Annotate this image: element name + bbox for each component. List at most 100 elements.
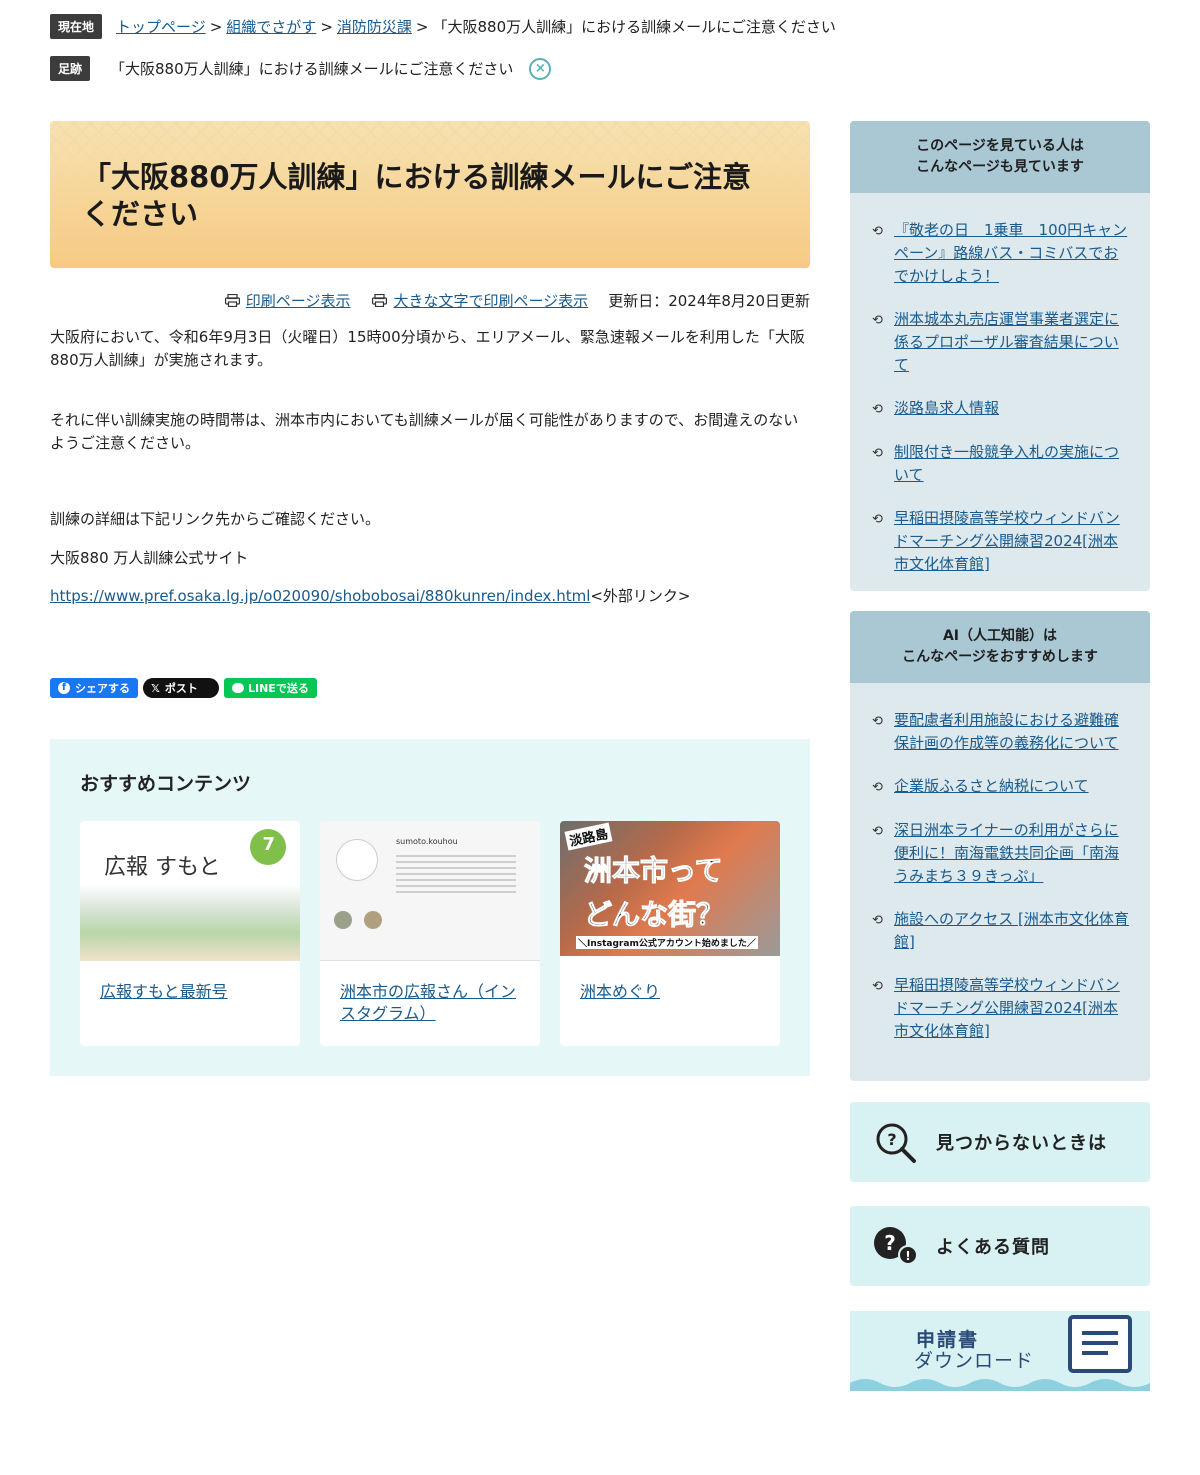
list-item-link[interactable]: 制限付き一般競争入札の実施について bbox=[894, 441, 1130, 487]
list-item[interactable]: ⟲ 施設へのアクセス [洲本市文化体育館] bbox=[872, 908, 1130, 954]
faq-label: よくある質問 bbox=[936, 1237, 1050, 1258]
large-print-button[interactable]: 大きな文字で印刷ページ表示 bbox=[372, 290, 588, 311]
application-download-banner[interactable]: 申請書 ダウンロード bbox=[850, 1311, 1150, 1391]
breadcrumb-separator: > bbox=[415, 17, 429, 36]
download-label-2: ダウンロード bbox=[914, 1350, 1035, 1372]
not-found-button[interactable]: ? 見つからないときは bbox=[850, 1102, 1150, 1182]
sidebar-viewed-panel: このページを見ている人は こんなページも見ています ⟲ 『敬老の日 1乗車 100円… bbox=[850, 121, 1150, 591]
list-item[interactable]: ⟲ 制限付き一般競争入札の実施について bbox=[872, 441, 1130, 487]
not-found-label: 見つからないときは bbox=[936, 1133, 1107, 1154]
facebook-icon: f bbox=[58, 682, 70, 694]
card-thumbnail-instagram: sumoto.kouhou bbox=[320, 821, 540, 961]
breadcrumb-link-fire-dept[interactable]: 消防防災課 bbox=[337, 16, 412, 37]
recommended-section: おすすめコンテンツ 広報 すもと 7 広報すもと最新号 sumoto.kouho… bbox=[50, 739, 810, 1076]
line-share-button[interactable]: LINEで送る bbox=[224, 678, 317, 698]
breadcrumb-current: 「大阪880万人訓練」における訓練メールにご注意ください bbox=[432, 18, 836, 36]
sidebar-viewed-list: ⟲ 『敬老の日 1乗車 100円キャンペーン』路線バス・コミバスでおでかけしよう！… bbox=[872, 219, 1130, 596]
magnifier-question-icon: ? bbox=[876, 1123, 916, 1163]
svg-text:?: ? bbox=[884, 1231, 896, 1255]
list-item-link[interactable]: 洲本城本丸売店運営事業者選定に係るプロポーザル審査結果について bbox=[894, 308, 1130, 377]
facebook-share-button[interactable]: f シェアする bbox=[50, 678, 138, 698]
breadcrumb-link-top[interactable]: トップページ bbox=[116, 16, 206, 37]
paragraph-1: 大阪府において、令和6年9月3日（火曜日）15時00分頃から、エリアメール、緊急… bbox=[50, 328, 805, 369]
list-item[interactable]: ⟲ 企業版ふるさと納税について bbox=[872, 775, 1130, 799]
thumbnail-text-awaji: 淡路島 bbox=[564, 822, 613, 851]
recommended-card[interactable]: sumoto.kouhou 洲本市の広報さん（インスタグラム） bbox=[320, 821, 540, 1046]
link-arrow-icon: ⟲ bbox=[872, 824, 883, 839]
link-arrow-icon: ⟲ bbox=[872, 224, 883, 239]
list-item-link[interactable]: 『敬老の日 1乗車 100円キャンペーン』路線バス・コミバスでおでかけしよう！ bbox=[894, 219, 1130, 288]
heading-line: こんなページをおすすめします bbox=[902, 649, 1098, 665]
updated-date: 更新日：2024年8月20日更新 bbox=[608, 292, 810, 310]
close-icon[interactable]: × bbox=[529, 57, 552, 80]
thumbnail-account: sumoto.kouhou bbox=[396, 837, 458, 846]
list-item[interactable]: ⟲ 淡路島求人情報 bbox=[872, 397, 1130, 421]
thumbnail-text-2: どんな街？ bbox=[583, 898, 725, 932]
card-label[interactable]: 洲本めぐり bbox=[580, 981, 760, 1003]
link-arrow-icon: ⟲ bbox=[872, 512, 883, 527]
recommended-title: おすすめコンテンツ bbox=[80, 773, 252, 795]
print-link[interactable]: 印刷ページ表示 bbox=[246, 290, 351, 311]
list-item-link[interactable]: 企業版ふるさと納税について bbox=[894, 775, 1089, 799]
footprint-badge: 足跡 bbox=[50, 56, 91, 81]
printer-icon bbox=[372, 294, 388, 307]
instagram-avatar bbox=[336, 839, 378, 881]
recommended-card[interactable]: 淡路島 洲本市って どんな街？ ＼Instagram公式アカウント始めました／ … bbox=[560, 821, 780, 1046]
breadcrumb-badge: 現在地 bbox=[50, 14, 103, 39]
thumbnail-text-3: ＼Instagram公式アカウント始めました／ bbox=[576, 936, 758, 949]
list-item[interactable]: ⟲ 早稲田摂陵高等学校ウィンドバンドマーチング公開練習2024[洲本市文化体育館] bbox=[872, 974, 1130, 1043]
question-bubble-icon: ? ! bbox=[874, 1227, 918, 1265]
breadcrumb-link-organization[interactable]: 組織でさがす bbox=[226, 16, 316, 37]
printer-icon bbox=[224, 294, 240, 307]
breadcrumb-separator: > bbox=[209, 17, 223, 36]
list-item-link[interactable]: 淡路島求人情報 bbox=[894, 397, 999, 421]
highlight-circle bbox=[364, 911, 382, 929]
recommended-card[interactable]: 広報 すもと 7 広報すもと最新号 bbox=[80, 821, 300, 1046]
link-arrow-icon: ⟲ bbox=[872, 780, 883, 795]
share-buttons: f シェアする 𝕏 ポスト LINEで送る bbox=[50, 678, 317, 698]
faq-button[interactable]: ? ! よくある質問 bbox=[850, 1206, 1150, 1286]
thumbnail-badge: 7 bbox=[262, 834, 275, 855]
heading-line: このページを見ている人は bbox=[916, 138, 1084, 154]
card-thumbnail-kouhou: 広報 すもと 7 bbox=[80, 821, 300, 961]
link-arrow-icon: ⟲ bbox=[872, 714, 883, 729]
list-item-link[interactable]: 要配慮者利用施設における避難確保計画の作成等の義務化について bbox=[894, 709, 1130, 755]
breadcrumb-separator: > bbox=[320, 17, 333, 36]
thumbnail-title: 広報 すもと bbox=[104, 855, 221, 880]
wave-decoration bbox=[850, 1379, 1150, 1391]
link-arrow-icon: ⟲ bbox=[872, 446, 883, 461]
list-item-link[interactable]: 施設へのアクセス [洲本市文化体育館] bbox=[894, 908, 1130, 954]
document-icon bbox=[1068, 1315, 1132, 1373]
list-item-link[interactable]: 早稲田摂陵高等学校ウィンドバンドマーチング公開練習2024[洲本市文化体育館] bbox=[894, 507, 1130, 576]
page-title-box: 「大阪880万人訓練」における訓練メールにご注意ください bbox=[50, 121, 810, 268]
sidebar-viewed-heading: このページを見ている人は こんなページも見ています bbox=[850, 121, 1150, 193]
card-label[interactable]: 広報すもと最新号 bbox=[100, 981, 280, 1003]
x-post-button[interactable]: 𝕏 ポスト bbox=[143, 678, 219, 698]
paragraph-2: それに伴い訓練実施の時間帯は、洲本市内においても訓練メールが届く可能性があります… bbox=[50, 411, 799, 452]
footprint: 足跡 「大阪880万人訓練」における訓練メールにご注意ください × bbox=[50, 56, 552, 81]
card-thumbnail-meguri: 淡路島 洲本市って どんな街？ ＼Instagram公式アカウント始めました／ bbox=[560, 821, 780, 956]
heading-line: こんなページも見ています bbox=[916, 159, 1084, 175]
sidebar-ai-heading: AI（人工知能）は こんなページをおすすめします bbox=[850, 611, 1150, 683]
external-link[interactable]: https://www.pref.osaka.lg.jp/o020090/sho… bbox=[50, 587, 590, 605]
list-item[interactable]: ⟲ 洲本城本丸売店運営事業者選定に係るプロポーザル審査結果について bbox=[872, 308, 1130, 377]
sidebar-ai-list: ⟲ 要配慮者利用施設における避難確保計画の作成等の義務化について ⟲ 企業版ふるさと… bbox=[872, 709, 1130, 1063]
list-item[interactable]: ⟲ 『敬老の日 1乗車 100円キャンペーン』路線バス・コミバスでおでかけしよう！ bbox=[872, 219, 1130, 288]
profile-text-lines bbox=[396, 855, 516, 895]
footprint-item[interactable]: 「大阪880万人訓練」における訓練メールにご注意ください bbox=[110, 58, 513, 79]
list-item[interactable]: ⟲ 深日洲本ライナーの利用がさらに便利に！南海電鉄共同企画「南海うみまち３９きっぷ… bbox=[872, 819, 1130, 888]
print-button[interactable]: 印刷ページ表示 bbox=[224, 290, 351, 311]
list-item-link[interactable]: 深日洲本ライナーの利用がさらに便利に！南海電鉄共同企画「南海うみまち３９きっぷ」 bbox=[894, 819, 1130, 888]
card-label[interactable]: 洲本市の広報さん（インスタグラム） bbox=[340, 981, 520, 1025]
link-arrow-icon: ⟲ bbox=[872, 313, 883, 328]
link-arrow-icon: ⟲ bbox=[872, 979, 883, 994]
sidebar-ai-panel: AI（人工知能）は こんなページをおすすめします ⟲ 要配慮者利用施設における避難確… bbox=[850, 611, 1150, 1081]
large-print-link[interactable]: 大きな文字で印刷ページ表示 bbox=[393, 290, 588, 311]
external-link-suffix: <外部リンク> bbox=[590, 587, 691, 605]
line-icon bbox=[232, 683, 244, 693]
list-item[interactable]: ⟲ 早稲田摂陵高等学校ウィンドバンドマーチング公開練習2024[洲本市文化体育館] bbox=[872, 507, 1130, 576]
list-item[interactable]: ⟲ 要配慮者利用施設における避難確保計画の作成等の義務化について bbox=[872, 709, 1130, 755]
external-link-line: https://www.pref.osaka.lg.jp/o020090/sho… bbox=[50, 585, 810, 608]
thumbnail-text-1: 洲本市って bbox=[584, 854, 724, 888]
list-item-link[interactable]: 早稲田摂陵高等学校ウィンドバンドマーチング公開練習2024[洲本市文化体育館] bbox=[894, 974, 1130, 1043]
